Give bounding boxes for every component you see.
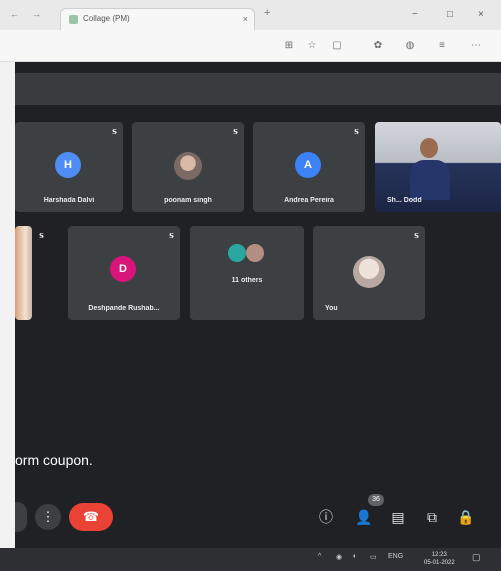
info-icon[interactable]: ⓘ <box>315 506 337 528</box>
others-count: 11 others <box>231 277 263 284</box>
back-icon[interactable]: ← <box>10 9 19 19</box>
tabs-icon[interactable]: ▢ <box>331 40 343 52</box>
maximize-button[interactable]: □ <box>447 9 453 20</box>
mic-muted-icon: 𝗦 <box>413 233 419 240</box>
avatar: H <box>55 152 81 178</box>
chat-icon[interactable]: ▤ <box>387 506 409 528</box>
mic-muted-icon: 𝗦 <box>168 233 174 240</box>
participant-video-body <box>410 160 450 200</box>
meeting-area: 𝗦 H Harshada Dalvi 𝗦 poonam singh 𝗦 A An… <box>15 62 501 548</box>
participant-tile[interactable]: 𝗦 H Harshada Dalvi <box>15 122 123 212</box>
participant-tile[interactable]: 𝗦 A Andrea Pereira <box>253 122 365 212</box>
participant-name: Sh... Dodd <box>387 197 422 204</box>
browser-toolbar: ⊞ ☆ ▢ ✿ ◍ ≡ ⋯ <box>0 30 501 62</box>
avatar: A <box>295 152 321 178</box>
host-controls-icon[interactable]: 🔒 <box>455 506 477 528</box>
tab-favicon-icon <box>69 15 78 24</box>
participant-name: You <box>325 305 338 312</box>
live-caption: orm coupon. <box>15 452 93 468</box>
people-icon[interactable]: 👤 <box>353 506 375 528</box>
avatar: D <box>110 256 136 282</box>
end-call-button[interactable]: ☎ <box>69 503 113 531</box>
network-icon[interactable]: ◉ <box>336 553 342 561</box>
close-window-button[interactable]: × <box>478 9 484 20</box>
participant-name: Deshpande Rushab... <box>88 305 160 312</box>
mic-muted-icon: 𝗦 <box>39 233 45 240</box>
browser-tab[interactable]: Collage (PM) × <box>60 8 255 30</box>
battery-icon[interactable]: ▭ <box>370 553 377 561</box>
meeting-header-bar <box>15 73 501 105</box>
taskbar-date: 05-01-2022 <box>424 560 455 566</box>
notification-icon[interactable]: ▢ <box>472 552 481 563</box>
language-indicator[interactable]: ENG <box>388 553 403 560</box>
share-icon[interactable]: ≡ <box>436 40 448 52</box>
collections-icon[interactable]: ✿ <box>372 40 384 52</box>
participants-count-badge: 36 <box>368 494 384 506</box>
avatar <box>174 152 202 180</box>
more-options-button[interactable]: ⋮ <box>35 504 61 530</box>
participant-video-tile[interactable]: Sh... Dodd <box>375 122 501 212</box>
camera-button[interactable] <box>15 502 27 532</box>
participant-tile[interactable]: 𝗦 D Deshpande Rushab... <box>68 226 180 320</box>
participant-name: Harshada Dalvi <box>43 197 95 204</box>
participant-name: Andrea Pereira <box>284 197 334 204</box>
mic-muted-icon: 𝗦 <box>353 129 359 136</box>
activities-icon[interactable]: ⧉ <box>421 506 443 528</box>
taskbar-time: 12:23 <box>431 552 447 558</box>
tab-close-icon[interactable]: × <box>243 9 248 29</box>
avatar <box>228 244 246 262</box>
mic-muted-icon: 𝗦 <box>111 129 117 136</box>
profile-icon[interactable]: ◍ <box>404 40 416 52</box>
mic-muted-icon: 𝗦 <box>232 129 238 136</box>
more-icon[interactable]: ⋯ <box>470 40 482 52</box>
others-tile[interactable]: 11 others <box>190 226 304 320</box>
self-tile[interactable]: 𝗦 You <box>313 226 425 320</box>
participant-video <box>420 138 438 158</box>
participant-tile[interactable]: 𝗦 poonam singh <box>132 122 244 212</box>
extensions-icon[interactable]: ⊞ <box>283 40 295 52</box>
windows-taskbar: ^ ◉ ◖ ▭ ENG 12:23 05-01-2022 ▢ <box>0 548 501 571</box>
new-tab-button[interactable]: + <box>264 7 270 19</box>
volume-icon[interactable]: ◖ <box>352 553 356 560</box>
favorite-icon[interactable]: ☆ <box>306 40 318 52</box>
tab-title: Collage (PM) <box>83 14 130 23</box>
taskbar-clock[interactable]: 12:23 05-01-2022 <box>424 551 455 567</box>
avatar <box>246 244 264 262</box>
forward-icon[interactable]: → <box>32 9 41 19</box>
tray-overflow-icon[interactable]: ^ <box>318 553 321 560</box>
minimize-button[interactable]: − <box>412 9 418 20</box>
participant-name: poonam singh <box>164 197 212 204</box>
browser-titlebar: ← → Collage (PM) × + − □ × <box>0 0 501 30</box>
participant-video-tile[interactable] <box>15 226 32 320</box>
avatar <box>353 256 385 288</box>
